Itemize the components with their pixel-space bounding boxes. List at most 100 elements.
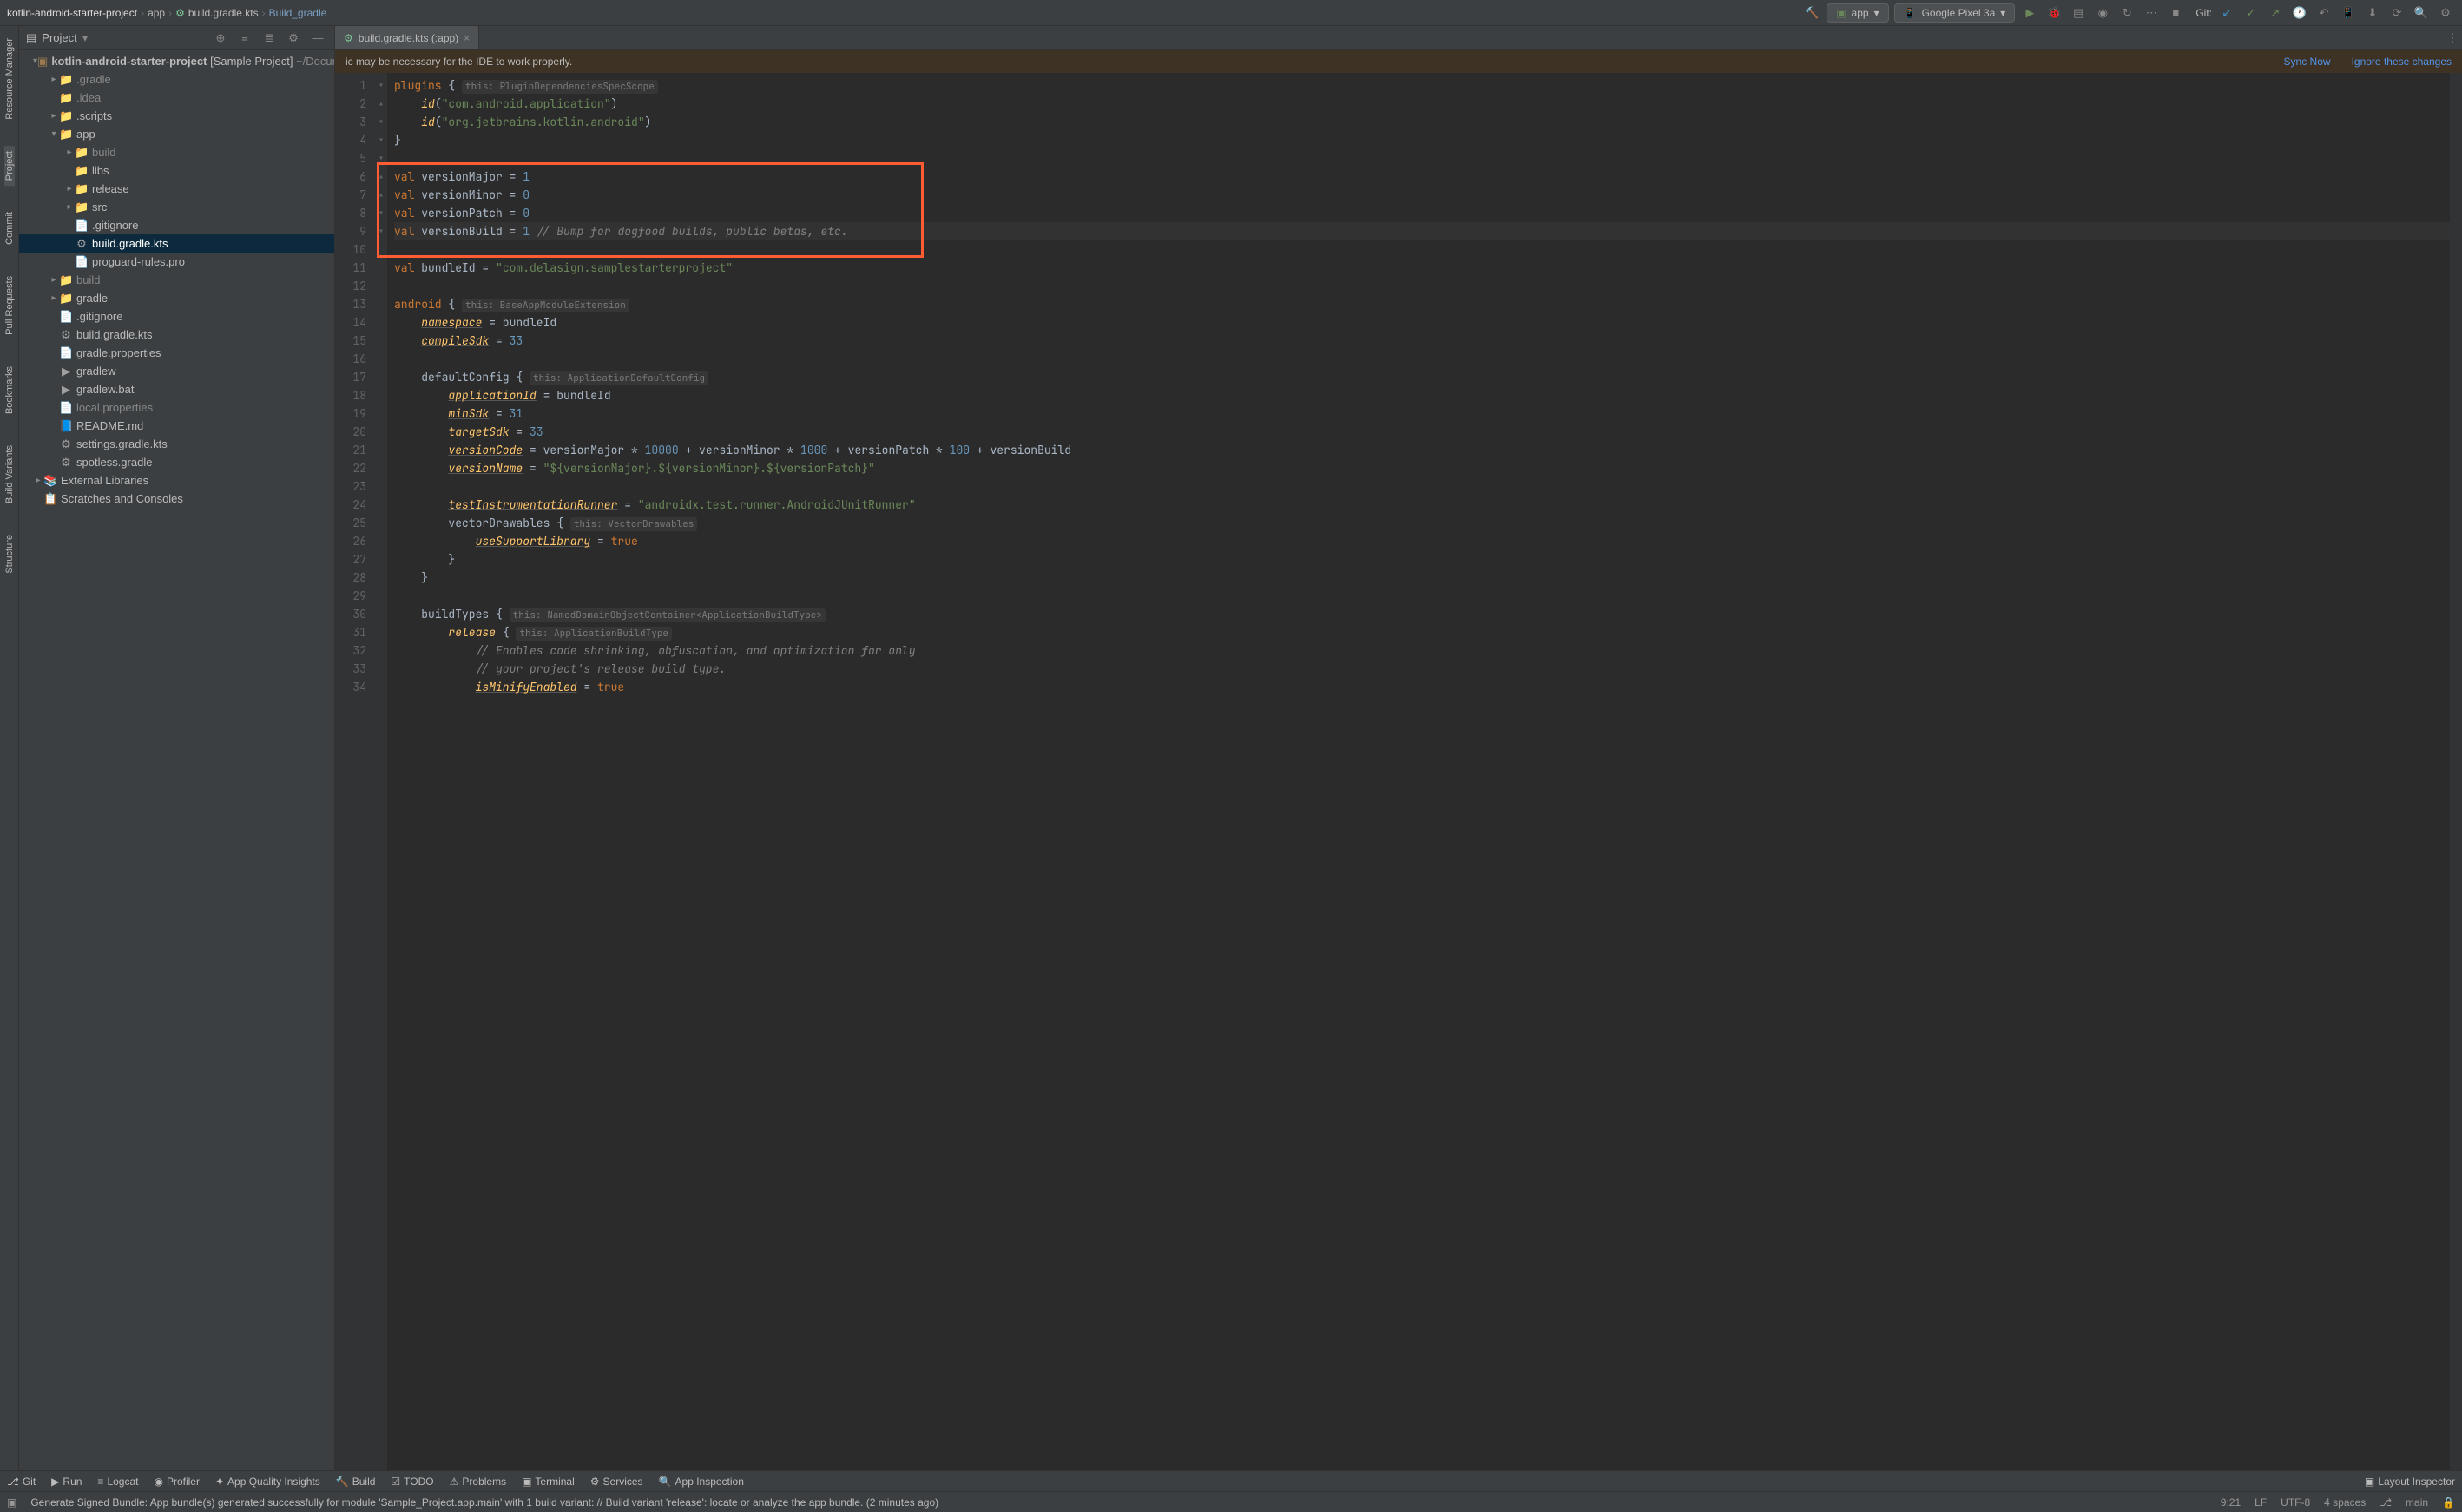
tool-git[interactable]: ⎇Git (7, 1476, 36, 1488)
chevron-right-icon[interactable]: ▸ (49, 293, 59, 303)
tool-run[interactable]: ▶Run (51, 1476, 82, 1488)
tree-item--gitignore[interactable]: 📄.gitignore (19, 307, 334, 325)
chevron-down-icon[interactable]: ▾ (82, 31, 89, 45)
code-line[interactable]: } (394, 569, 2450, 587)
settings-icon[interactable]: ⚙ (2436, 3, 2455, 23)
coverage-icon[interactable]: ▤ (2069, 3, 2088, 23)
tool-window-resource-manager[interactable]: Resource Manager (4, 33, 15, 125)
attach-debugger-icon[interactable]: ↻ (2117, 3, 2136, 23)
code-line[interactable]: val bundleId = "com.delasign.samplestart… (394, 259, 2450, 277)
code-line[interactable]: defaultConfig { this: ApplicationDefault… (394, 368, 2450, 386)
chevron-right-icon[interactable]: ▸ (64, 148, 75, 157)
breadcrumb-file[interactable]: build.gradle.kts (188, 7, 259, 19)
chevron-right-icon[interactable]: ▸ (49, 75, 59, 84)
device-selector[interactable]: 📱 Google Pixel 3a ▾ (1894, 3, 2016, 23)
tool-layout-inspector[interactable]: ▣Layout Inspector (2365, 1476, 2455, 1488)
close-icon[interactable]: × (464, 32, 470, 44)
search-icon[interactable]: 🔍 (2412, 3, 2431, 23)
fold-toggle-icon[interactable]: ▾ (375, 204, 387, 222)
tree-item-src[interactable]: ▸📁src (19, 198, 334, 216)
status-caret-position[interactable]: 9:21 (2221, 1496, 2241, 1509)
profile-icon[interactable]: ◉ (2093, 3, 2112, 23)
status-event-icon[interactable]: ▣ (7, 1496, 16, 1509)
code-line[interactable] (394, 277, 2450, 295)
expand-all-icon[interactable]: ≡ (235, 29, 254, 48)
code-line[interactable]: useSupportLibrary = true (394, 532, 2450, 550)
tool-window-bookmarks[interactable]: Bookmarks (4, 361, 15, 419)
code-line[interactable]: val versionMinor = 0 (394, 186, 2450, 204)
status-message[interactable]: Generate Signed Bundle: App bundle(s) ge… (30, 1496, 2206, 1509)
code-line[interactable]: compileSdk = 33 (394, 332, 2450, 350)
code-line[interactable] (394, 240, 2450, 259)
tree-item--idea[interactable]: 📁.idea (19, 89, 334, 107)
run-icon[interactable]: ▶ (2020, 3, 2039, 23)
debug-icon[interactable]: 🐞 (2044, 3, 2064, 23)
breadcrumb-module[interactable]: app (148, 7, 165, 19)
code-line[interactable]: isMinifyEnabled = true (394, 678, 2450, 696)
git-update-icon[interactable]: ↙ (2217, 3, 2236, 23)
device-manager-icon[interactable]: 📱 (2339, 3, 2358, 23)
breadcrumb-root[interactable]: kotlin-android-starter-project (7, 7, 137, 19)
tree-item-libs[interactable]: 📁libs (19, 161, 334, 180)
project-tree[interactable]: ▾ ▣ kotlin-android-starter-project [Samp… (19, 50, 334, 1470)
code-line[interactable]: targetSdk = 33 (394, 423, 2450, 441)
chevron-right-icon[interactable]: ▸ (33, 476, 43, 485)
tree-root[interactable]: ▾ ▣ kotlin-android-starter-project [Samp… (19, 52, 334, 70)
more-icon[interactable]: ⋯ (2142, 3, 2161, 23)
tree-item-release[interactable]: ▸📁release (19, 180, 334, 198)
tool-logcat[interactable]: ≡Logcat (97, 1476, 138, 1488)
tree-item-gradlew-bat[interactable]: ▶gradlew.bat (19, 380, 334, 398)
tool-problems[interactable]: ⚠Problems (450, 1476, 506, 1488)
code-line[interactable]: val versionPatch = 0 (394, 204, 2450, 222)
chevron-down-icon[interactable]: ▾ (49, 129, 59, 139)
code-line[interactable]: } (394, 550, 2450, 569)
line-number-gutter[interactable]: 1234567891011121314151617181920212223242… (335, 73, 375, 1470)
error-stripe[interactable] (2450, 73, 2462, 1470)
chevron-right-icon[interactable]: ▸ (64, 184, 75, 194)
tree-item-spotless-gradle[interactable]: ⚙spotless.gradle (19, 453, 334, 471)
fold-toggle-icon[interactable]: ▴ (375, 95, 387, 113)
git-commit-icon[interactable]: ✓ (2241, 3, 2261, 23)
code-line[interactable]: plugins { this: PluginDependenciesSpecSc… (394, 76, 2450, 95)
chevron-right-icon[interactable]: ▸ (49, 275, 59, 285)
code-line[interactable]: vectorDrawables { this: VectorDrawables (394, 514, 2450, 532)
tool-window-build-variants[interactable]: Build Variants (4, 440, 15, 509)
fold-toggle-icon[interactable]: ▾ (375, 222, 387, 240)
tree-item-gradlew[interactable]: ▶gradlew (19, 362, 334, 380)
code-line[interactable] (394, 587, 2450, 605)
tool-window-pull-requests[interactable]: Pull Requests (4, 271, 15, 340)
tree-item-readme-md[interactable]: 📘README.md (19, 417, 334, 435)
tool-services[interactable]: ⚙Services (590, 1476, 643, 1488)
tool-window-structure[interactable]: Structure (4, 529, 15, 579)
code-line[interactable]: versionCode = versionMajor * 10000 + ver… (394, 441, 2450, 459)
undo-icon[interactable]: ↶ (2314, 3, 2334, 23)
code-line[interactable] (394, 477, 2450, 496)
code-line[interactable]: val versionBuild = 1 // Bump for dogfood… (394, 222, 2450, 240)
tree-item-external-libraries[interactable]: ▸📚External Libraries (19, 471, 334, 490)
tree-item-gradle[interactable]: ▸📁gradle (19, 289, 334, 307)
gear-icon[interactable]: ⚙ (284, 29, 303, 48)
lock-icon[interactable]: 🔒 (2442, 1496, 2455, 1509)
code-line[interactable]: } (394, 131, 2450, 149)
code-line[interactable]: testInstrumentationRunner = "androidx.te… (394, 496, 2450, 514)
code-line[interactable]: // Enables code shrinking, obfuscation, … (394, 641, 2450, 660)
code-content[interactable]: plugins { this: PluginDependenciesSpecSc… (387, 73, 2450, 1470)
tool-terminal[interactable]: ▣Terminal (522, 1476, 575, 1488)
tree-item-gradle-properties[interactable]: 📄gradle.properties (19, 344, 334, 362)
tool-profiler[interactable]: ◉Profiler (154, 1476, 200, 1488)
tab-list-icon[interactable]: ⋮ (2443, 29, 2462, 48)
breadcrumb[interactable]: kotlin-android-starter-project › app › ⚙… (7, 7, 326, 19)
sdk-manager-icon[interactable]: ⬇ (2363, 3, 2382, 23)
select-opened-file-icon[interactable]: ⊕ (211, 29, 230, 48)
fold-toggle-icon[interactable]: ▾ (375, 149, 387, 168)
tree-item-proguard-rules-pro[interactable]: 📄proguard-rules.pro (19, 253, 334, 271)
fold-toggle-icon[interactable]: ▾ (375, 76, 387, 95)
run-config-selector[interactable]: ▣ app ▾ (1827, 3, 1888, 23)
code-line[interactable]: id("org.jetbrains.kotlin.android") (394, 113, 2450, 131)
project-panel-title[interactable]: Project (42, 31, 76, 44)
hide-icon[interactable]: — (308, 29, 327, 48)
code-line[interactable] (394, 350, 2450, 368)
tree-item-build[interactable]: ▸📁build (19, 143, 334, 161)
history-icon[interactable]: 🕐 (2290, 3, 2309, 23)
code-line[interactable]: id("com.android.application") (394, 95, 2450, 113)
